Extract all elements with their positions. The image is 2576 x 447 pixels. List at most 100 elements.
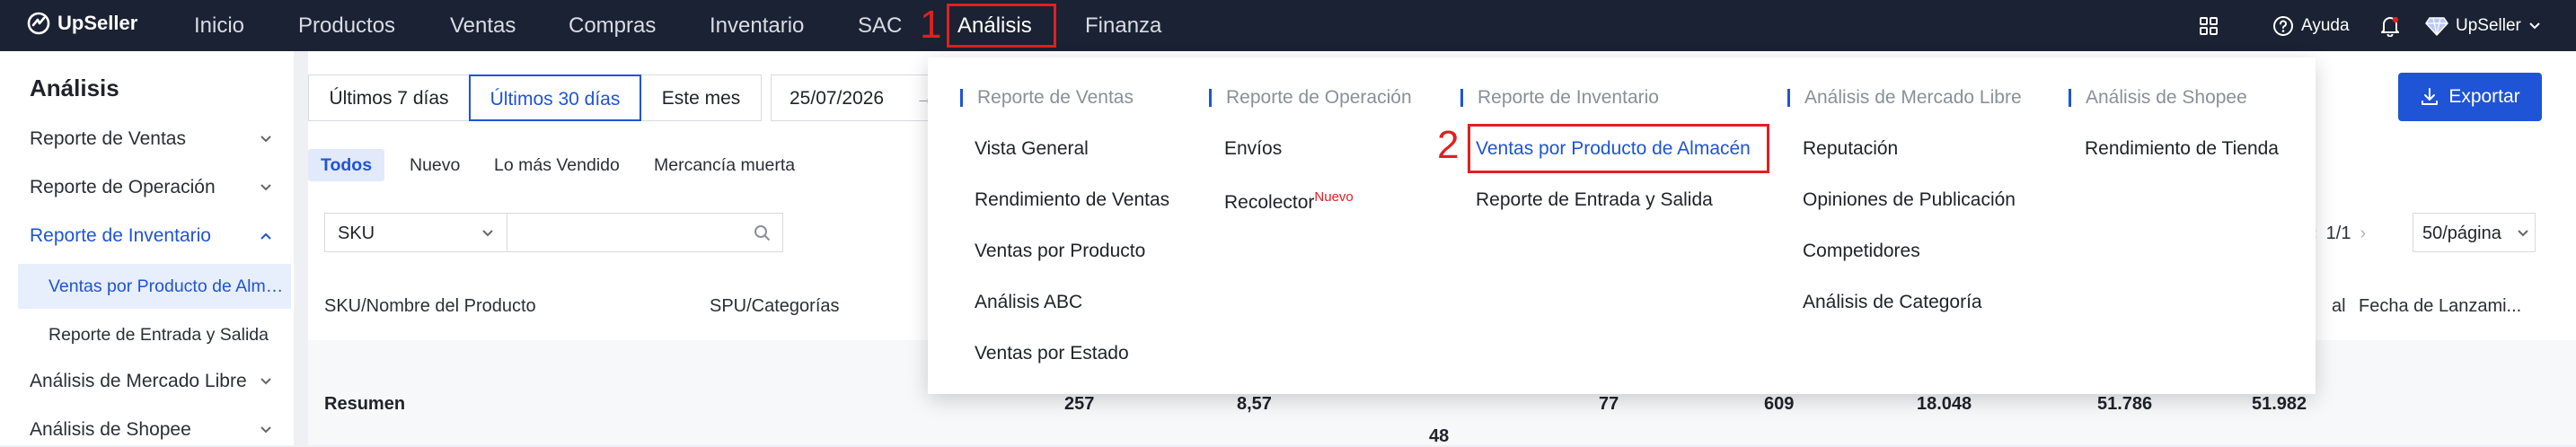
user-name: UpSeller [2456, 15, 2521, 35]
menu-item-entrada-salida[interactable]: Reporte de Entrada y Salida [1476, 189, 1713, 211]
nav-ventas[interactable]: Ventas [450, 0, 516, 51]
summary-value: 77 [1599, 394, 1619, 414]
page-size-value: 50/página [2422, 224, 2501, 243]
nav-productos[interactable]: Productos [298, 0, 395, 51]
analisis-dropdown-menu: Reporte de Ventas Vista General Rendimie… [928, 57, 2316, 394]
menu-section-reporte-ventas: Reporte de Ventas [960, 88, 1134, 107]
search-input[interactable] [507, 213, 783, 252]
column-header-total[interactable]: al [2332, 296, 2346, 317]
help-circle-icon [2273, 15, 2293, 36]
user-menu[interactable]: UpSeller [2425, 0, 2541, 51]
sidebar-item-label: Reporte de Operación [30, 177, 216, 197]
range-7-days-button[interactable]: Últimos 7 días [308, 74, 470, 121]
menu-section-mercado-libre: Análisis de Mercado Libre [1787, 88, 2022, 107]
sidebar-subitem-entrada-salida[interactable]: Reporte de Entrada y Salida [18, 312, 291, 357]
export-label: Exportar [2448, 86, 2520, 107]
highlight-box-ventas-producto-almacen [1468, 124, 1769, 173]
sidebar-item-reporte-operacion[interactable]: Reporte de Operación [30, 177, 281, 198]
apps-grid-icon[interactable] [2199, 0, 2219, 51]
menu-section-reporte-operacion: Reporte de Operación [1209, 88, 1412, 107]
menu-item-reputacion[interactable]: Reputación [1803, 138, 1898, 160]
annotation-step-1: 1 [920, 3, 942, 47]
menu-item-opiniones-publicacion[interactable]: Opiniones de Publicación [1803, 189, 2016, 211]
search-field-select[interactable]: SKU [324, 213, 507, 252]
menu-item-analisis-categoria[interactable]: Análisis de Categoría [1803, 292, 1982, 313]
date-start-value: 25/07/2026 [790, 88, 885, 109]
column-header-spu[interactable]: SPU/Categorías [710, 296, 840, 317]
menu-item-vista-general[interactable]: Vista General [975, 138, 1089, 160]
menu-item-analisis-abc[interactable]: Análisis ABC [975, 292, 1082, 313]
summary-value: 8,57 [1237, 394, 1272, 414]
sidebar-item-label: Análisis de Mercado Libre [30, 371, 247, 391]
chevron-up-icon [260, 232, 271, 240]
filter-chip-todos[interactable]: Todos [308, 149, 385, 181]
page-indicator: 1/1 [2325, 224, 2351, 243]
chevron-down-icon [260, 136, 271, 143]
nav-compras[interactable]: Compras [569, 0, 656, 51]
sidebar-item-label: Reporte de Inventario [30, 225, 211, 246]
sidebar-item-label: Reporte de Ventas [30, 128, 186, 149]
search-field-value: SKU [338, 224, 375, 243]
filter-chip-mercancia-muerta[interactable]: Mercancía muerta [654, 149, 795, 181]
summary-value: 18.048 [1917, 394, 1972, 414]
help-button[interactable]: Ayuda [2272, 0, 2350, 51]
sidebar-item-mercado-libre[interactable]: Análisis de Mercado Libre [30, 371, 281, 392]
range-this-month-button[interactable]: Este mes [640, 74, 762, 121]
menu-item-label: Recolector [1224, 192, 1315, 213]
download-icon [2422, 88, 2439, 105]
chevron-down-icon [2518, 230, 2528, 237]
nav-finanza[interactable]: Finanza [1085, 0, 1161, 51]
nav-inicio[interactable]: Inicio [194, 0, 244, 51]
menu-item-envios[interactable]: Envíos [1224, 138, 1282, 160]
summary-label: Resumen [324, 394, 406, 414]
sidebar-item-label: Análisis de Shopee [30, 419, 191, 440]
next-page-icon[interactable]: › [2360, 224, 2366, 244]
sidebar-item-reporte-ventas[interactable]: Reporte de Ventas [30, 128, 281, 150]
menu-item-rendimiento-ventas[interactable]: Rendimiento de Ventas [975, 189, 1169, 211]
upseller-logo-icon [27, 12, 50, 35]
summary-value: 51.786 [2097, 394, 2153, 414]
sidebar-item-reporte-inventario[interactable]: Reporte de Inventario [30, 225, 281, 247]
summary-value: 609 [1764, 394, 1795, 414]
pagination: ‹ 1/1 › [2311, 224, 2366, 244]
nav-sac[interactable]: SAC [858, 0, 902, 51]
menu-section-shopee: Análisis de Shopee [2069, 88, 2247, 107]
annotation-step-2: 2 [1437, 123, 1460, 167]
nav-inventario[interactable]: Inventario [710, 0, 804, 51]
date-range-picker[interactable]: 25/07/2026 → [771, 74, 950, 121]
highlight-box-analisis [947, 4, 1056, 48]
column-header-sku[interactable]: SKU/Nombre del Producto [324, 296, 536, 317]
app-logo[interactable]: UpSeller [27, 12, 137, 35]
diamond-icon [2425, 16, 2448, 36]
menu-item-recolector[interactable]: RecolectorNuevo [1224, 189, 1354, 214]
menu-item-ventas-producto[interactable]: Ventas por Producto [975, 241, 1145, 262]
filter-chip-nuevo[interactable]: Nuevo [410, 149, 460, 181]
menu-item-ventas-estado[interactable]: Ventas por Estado [975, 343, 1129, 364]
export-button[interactable]: Exportar [2398, 73, 2542, 121]
filter-chip-mas-vendido[interactable]: Lo más Vendido [494, 149, 620, 181]
top-navigation-bar: UpSeller Inicio Productos Ventas Compras… [0, 0, 2576, 51]
chevron-down-icon [260, 378, 271, 385]
sidebar-title: Análisis [30, 74, 119, 101]
notification-bell-icon[interactable] [2380, 0, 2400, 51]
search-icon [754, 225, 771, 241]
chevron-down-icon [482, 230, 493, 237]
chevron-down-icon [260, 184, 271, 191]
summary-value: 51.982 [2252, 394, 2307, 414]
sidebar-subitem-ventas-producto-almacen[interactable]: Ventas por Producto de Almacén [18, 264, 291, 309]
help-label: Ayuda [2301, 15, 2350, 35]
page-size-select[interactable]: 50/página [2413, 213, 2536, 252]
column-header-launch-date[interactable]: Fecha de Lanzami... [2359, 296, 2547, 317]
chevron-down-icon [260, 426, 271, 434]
range-30-days-button[interactable]: Últimos 30 días [469, 74, 641, 121]
summary-value: 257 [1064, 394, 1095, 414]
menu-section-reporte-inventario: Reporte de Inventario [1460, 88, 1659, 107]
sidebar-item-shopee[interactable]: Análisis de Shopee [30, 419, 281, 441]
sidebar: Análisis Reporte de Ventas Reporte de Op… [0, 51, 294, 445]
menu-item-competidores[interactable]: Competidores [1803, 241, 1920, 262]
menu-item-rendimiento-tienda[interactable]: Rendimiento de Tienda [2085, 138, 2279, 160]
app-name: UpSeller [57, 12, 138, 34]
new-badge: Nuevo [1314, 189, 1354, 205]
summary-value: 48 [1429, 426, 1450, 446]
chevron-down-icon [2529, 22, 2540, 29]
